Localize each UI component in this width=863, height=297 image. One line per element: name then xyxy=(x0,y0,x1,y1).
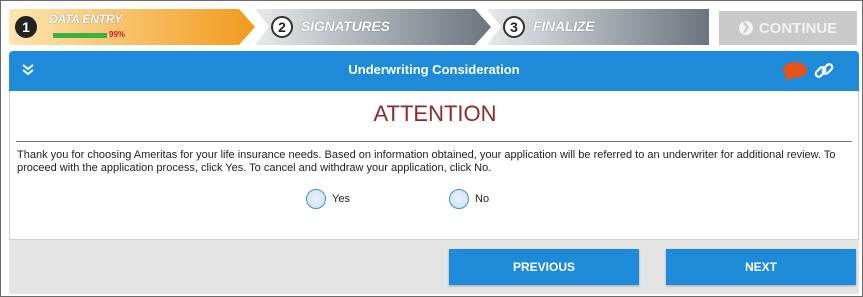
step-number: 2 xyxy=(271,16,293,38)
option-label: Yes xyxy=(332,193,350,205)
chevron-right-icon: ❯ xyxy=(738,21,753,35)
consideration-panel: ATTENTION Thank you for choosing Amerita… xyxy=(9,91,859,239)
link-icon[interactable] xyxy=(813,60,835,87)
section-title: Underwriting Consideration xyxy=(348,62,520,77)
step-label: FINALIZE xyxy=(533,18,595,34)
completion-percent: 99% xyxy=(109,30,126,39)
radio-button-no[interactable] xyxy=(449,189,469,209)
step-finalize[interactable]: 3 FINALIZE xyxy=(487,9,709,45)
continue-button[interactable]: ❯ CONTINUE xyxy=(719,11,857,45)
next-button[interactable]: NEXT xyxy=(666,249,856,285)
step-label: SIGNATURES xyxy=(301,18,390,34)
consideration-message: Thank you for choosing Ameritas for your… xyxy=(17,149,836,174)
option-label: No xyxy=(475,193,490,205)
step-number: 1 xyxy=(15,16,37,38)
chat-bubble-icon[interactable] xyxy=(782,61,808,88)
attention-heading: ATTENTION xyxy=(373,101,497,126)
progress-steps: 1 DATA ENTRY 99% 2 SIGNATURES 3 FINALIZE xyxy=(9,9,709,45)
option-no[interactable]: No xyxy=(449,189,489,209)
step-number: 3 xyxy=(503,16,525,38)
footer-bar: PREVIOUS NEXT xyxy=(9,239,859,294)
completion-bar xyxy=(53,33,107,38)
divider xyxy=(16,141,852,142)
step-label: DATA ENTRY xyxy=(49,12,122,26)
section-header: Underwriting Consideration xyxy=(9,51,859,91)
step-arrow-shape xyxy=(9,9,255,45)
step-signatures[interactable]: 2 SIGNATURES xyxy=(255,9,491,45)
application-window: 1 DATA ENTRY 99% 2 SIGNATURES 3 FINALIZE… xyxy=(0,0,863,297)
step-data-entry[interactable]: 1 DATA ENTRY 99% xyxy=(9,9,255,45)
radio-button-yes[interactable] xyxy=(306,189,326,209)
option-yes[interactable]: Yes xyxy=(306,189,350,209)
continue-label: CONTINUE xyxy=(758,19,838,37)
previous-button[interactable]: PREVIOUS xyxy=(449,249,639,285)
